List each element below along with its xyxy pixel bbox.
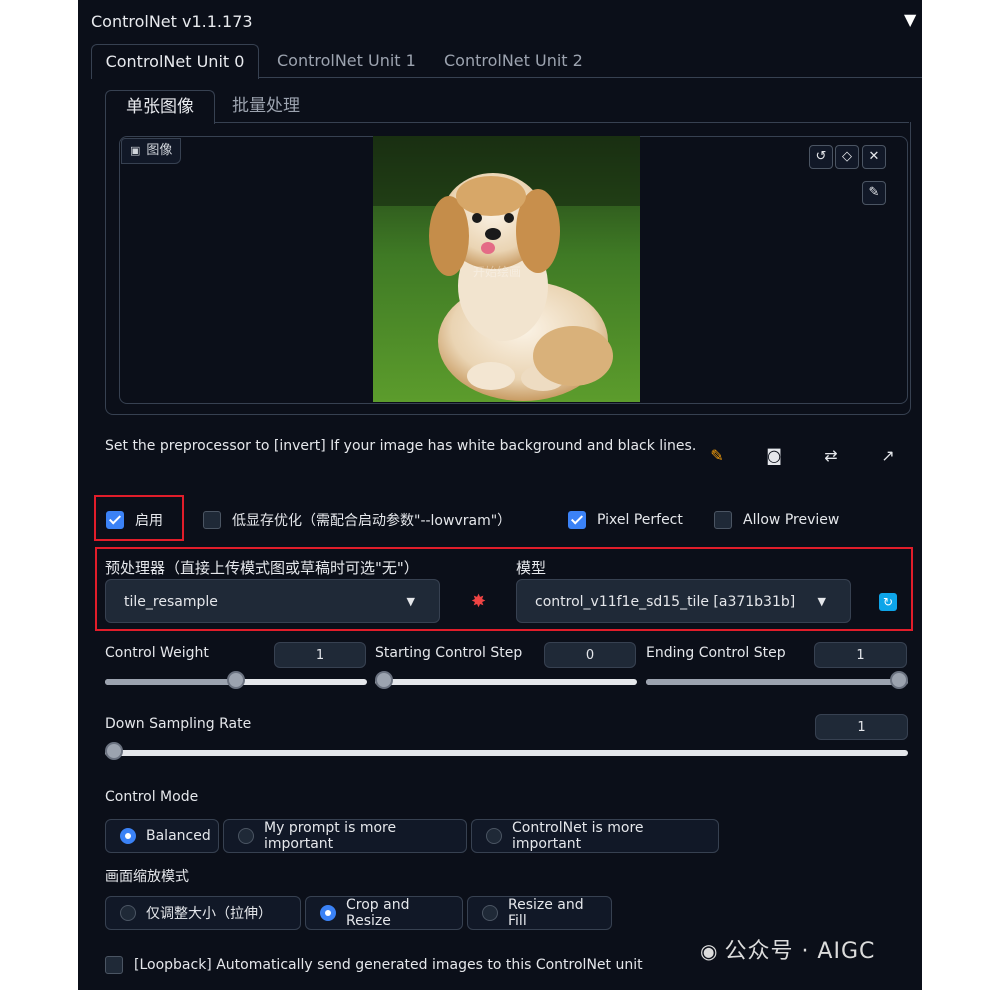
- image-label-text: 图像: [146, 143, 173, 158]
- checkbox-loopback[interactable]: [105, 956, 123, 974]
- image-label: ▣ 图像: [121, 138, 182, 164]
- checkbox-pixel-perfect[interactable]: [568, 511, 586, 529]
- watermark: ◉ 公众号 · AIGC: [700, 933, 875, 965]
- down-sampling-input[interactable]: 1: [815, 714, 908, 740]
- down-sampling-slider[interactable]: [105, 742, 908, 760]
- radio-label: Balanced: [146, 828, 211, 844]
- model-value: control_v11f1e_sd15_tile [a371b31b]: [535, 594, 796, 610]
- tab-unit-1[interactable]: ControlNet Unit 1: [277, 44, 416, 78]
- control-weight-input[interactable]: 1: [274, 642, 366, 668]
- eraser-icon[interactable]: ◇: [835, 145, 859, 169]
- controlnet-panel: ControlNet v1.1.173 ▼ ControlNet Unit 0 …: [78, 0, 922, 990]
- slider-thumb[interactable]: [890, 671, 908, 689]
- radio-dot[interactable]: [486, 828, 502, 844]
- down-sampling-label: Down Sampling Rate: [105, 716, 252, 732]
- canvas-overlay-text: 开始绘画: [473, 265, 522, 279]
- lowvram-label: 低显存优化（需配合启动参数"--lowvram"）: [232, 513, 512, 529]
- refresh-icon[interactable]: ↻: [879, 593, 897, 611]
- resize-mode-group: 仅调整大小（拉伸） Crop and Resize Resize and Fil…: [105, 896, 612, 930]
- radio-dot[interactable]: [238, 828, 254, 844]
- panel-title: ControlNet v1.1.173: [91, 12, 253, 31]
- radio-balanced[interactable]: Balanced: [105, 819, 219, 853]
- radio-resize-and-fill[interactable]: Resize and Fill: [467, 896, 612, 930]
- allow-preview-checkbox[interactable]: Allow Preview: [714, 508, 839, 532]
- starting-step-label: Starting Control Step: [375, 645, 523, 661]
- enable-label: 启用: [135, 513, 163, 529]
- preprocessor-value: tile_resample: [124, 594, 218, 610]
- preprocessor-label: 预处理器（直接上传模式图或草稿时可选"无"）: [105, 559, 419, 577]
- preprocessor-note: Set the preprocessor to [invert] If your…: [105, 438, 697, 454]
- checkbox-lowvram[interactable]: [203, 511, 221, 529]
- model-select[interactable]: control_v11f1e_sd15_tile [a371b31b] ▼: [516, 579, 851, 623]
- radio-just-resize[interactable]: 仅调整大小（拉伸）: [105, 896, 301, 930]
- starting-step-slider[interactable]: [375, 671, 637, 689]
- image-icon: ▣: [130, 144, 141, 157]
- preprocessor-select[interactable]: tile_resample ▼: [105, 579, 440, 623]
- camera-icon[interactable]: ◙: [763, 446, 785, 465]
- radio-dot[interactable]: [482, 905, 498, 921]
- resize-mode-label: 画面缩放模式: [105, 869, 189, 885]
- undo-icon[interactable]: ↺: [809, 145, 833, 169]
- tab-batch[interactable]: 批量处理: [232, 90, 300, 123]
- radio-dot[interactable]: [120, 828, 136, 844]
- checkbox-enable[interactable]: [106, 511, 124, 529]
- loopback-label: [Loopback] Automatically send generated …: [134, 957, 643, 973]
- radio-prompt-important[interactable]: My prompt is more important: [223, 819, 467, 853]
- ending-step-input[interactable]: 1: [814, 642, 907, 668]
- radio-dot[interactable]: [320, 905, 336, 921]
- lowvram-checkbox[interactable]: 低显存优化（需配合启动参数"--lowvram"）: [203, 508, 511, 532]
- ending-step-label: Ending Control Step: [646, 645, 786, 661]
- slider-thumb[interactable]: [105, 742, 123, 760]
- chevron-down-icon: ▼: [406, 595, 415, 608]
- explosion-icon[interactable]: ✸: [471, 591, 486, 612]
- pixel-perfect-checkbox[interactable]: Pixel Perfect: [568, 508, 683, 532]
- control-weight-label: Control Weight: [105, 645, 209, 661]
- slider-thumb[interactable]: [375, 671, 393, 689]
- allow-preview-label: Allow Preview: [743, 512, 840, 528]
- radio-controlnet-important[interactable]: ControlNet is more important: [471, 819, 719, 853]
- enable-checkbox[interactable]: 启用: [106, 508, 163, 532]
- close-icon[interactable]: ✕: [862, 145, 886, 169]
- control-weight-slider[interactable]: [105, 671, 367, 689]
- starting-step-input[interactable]: 0: [544, 642, 636, 668]
- wechat-icon: ◉: [700, 939, 719, 963]
- radio-crop-and-resize[interactable]: Crop and Resize: [305, 896, 463, 930]
- ending-step-slider[interactable]: [646, 671, 908, 689]
- tab-single-image[interactable]: 单张图像: [105, 90, 215, 124]
- tab-unit-0[interactable]: ControlNet Unit 0: [91, 44, 259, 79]
- slider-thumb[interactable]: [227, 671, 245, 689]
- checkbox-allow-preview[interactable]: [714, 511, 732, 529]
- swap-icon[interactable]: ⇄: [820, 446, 842, 465]
- loopback-checkbox[interactable]: [Loopback] Automatically send generated …: [105, 953, 643, 977]
- radio-dot[interactable]: [120, 905, 136, 921]
- radio-label: ControlNet is more important: [512, 820, 644, 852]
- radio-label: Crop and Resize: [346, 897, 410, 929]
- pixel-perfect-label: Pixel Perfect: [597, 512, 683, 528]
- chevron-down-icon: ▼: [817, 595, 826, 608]
- edit-icon[interactable]: ✎: [706, 446, 728, 465]
- watermark-text: 公众号 · AIGC: [724, 939, 876, 964]
- radio-label: 仅调整大小（拉伸）: [146, 906, 272, 922]
- send-icon[interactable]: ↗: [877, 446, 899, 465]
- control-mode-group: Balanced My prompt is more important Con…: [105, 819, 719, 853]
- brush-icon[interactable]: ✎: [862, 181, 886, 205]
- radio-label: My prompt is more important: [264, 820, 397, 852]
- tab-unit-2[interactable]: ControlNet Unit 2: [444, 44, 583, 78]
- radio-label: Resize and Fill: [508, 897, 584, 929]
- control-mode-label: Control Mode: [105, 789, 199, 805]
- triangle-down-icon[interactable]: ▼: [904, 10, 916, 29]
- model-label: 模型: [516, 559, 547, 577]
